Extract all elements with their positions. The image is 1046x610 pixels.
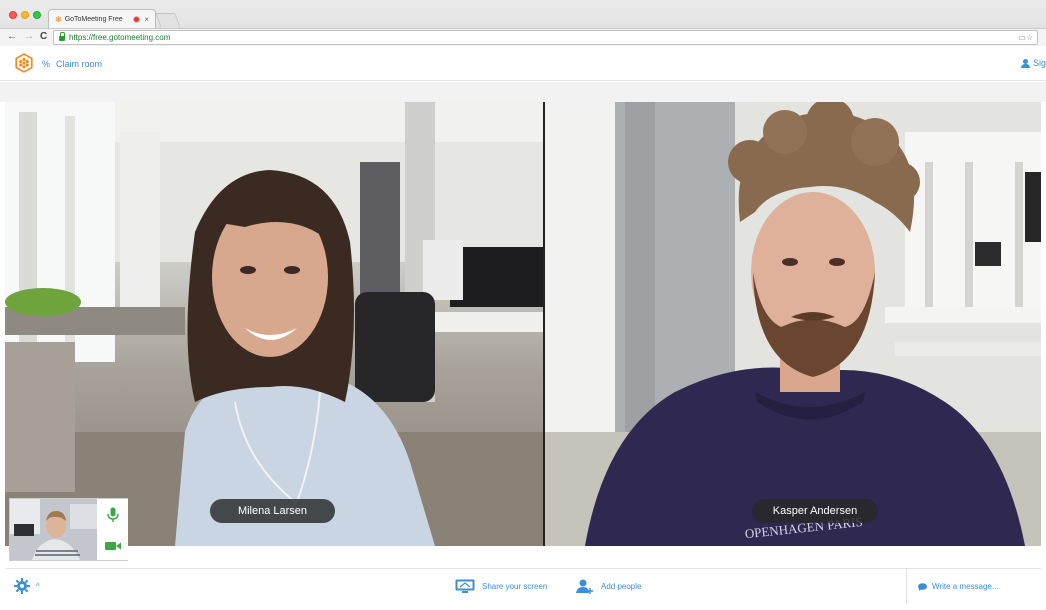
browser-tab[interactable]: ✻ GoToMeeting Free × [48, 9, 156, 28]
add-people-button[interactable]: Add people [576, 579, 641, 594]
chat-message-input[interactable]: Write a message... [906, 569, 1041, 604]
window-maximize-button[interactable] [33, 11, 41, 19]
claim-room-link[interactable]: % Claim room [42, 59, 102, 69]
self-view-controls [97, 499, 128, 560]
forward-arrow-icon[interactable]: → [24, 30, 34, 44]
header-spacer [0, 82, 1046, 102]
self-view [9, 498, 128, 561]
reload-icon[interactable]: C [40, 30, 47, 44]
lock-icon [59, 32, 65, 41]
settings-menu-button[interactable]: ^ [14, 578, 40, 594]
microphone-icon[interactable] [106, 507, 120, 523]
screen-share-icon [455, 579, 475, 593]
participant-video-tile: OPENHAGEN PARIS Kasper Andersen [545, 102, 1041, 546]
participant-name-tag: Milena Larsen [210, 499, 335, 523]
recording-indicator-icon [133, 15, 141, 23]
meeting-toolbar: ^ Share your screen Add people Write a m… [5, 568, 1041, 604]
add-user-icon [576, 579, 593, 594]
chevron-up-icon: ^ [36, 581, 40, 591]
back-arrow-icon[interactable]: ← [7, 30, 17, 44]
chat-bubble-icon [918, 582, 927, 591]
browser-chrome: ✻ GoToMeeting Free × ← → C https://free.… [0, 0, 1046, 46]
address-bar[interactable]: https://free.gotomeeting.com ▭☆ [53, 30, 1038, 45]
gotomeeting-favicon-icon: ✻ [55, 14, 62, 24]
url-text: https://free.gotomeeting.com [69, 33, 171, 42]
claim-room-label: Claim room [56, 59, 103, 69]
camera-icon[interactable] [105, 541, 121, 551]
user-icon [1020, 58, 1030, 68]
self-video-image [10, 499, 97, 560]
write-message-placeholder: Write a message... [932, 582, 999, 591]
sign-in-label: Sig [1032, 58, 1046, 68]
video-area: Milena Larsen OPENHAGEN PARIS Kasper And… [5, 102, 1041, 546]
add-people-label: Add people [601, 582, 642, 591]
tab-title: GoToMeeting Free [64, 15, 123, 23]
participant-video-tile: Milena Larsen [5, 102, 543, 546]
new-tab-button[interactable] [155, 13, 181, 28]
share-screen-label: Share your screen [482, 582, 548, 591]
app-header: % Claim room Sig [0, 47, 1046, 81]
gotomeeting-logo-icon[interactable] [14, 53, 34, 73]
share-screen-button[interactable]: Share your screen [455, 579, 547, 594]
bookmark-star-icon[interactable]: ▭☆ [1018, 33, 1033, 42]
office-video-feed-right: OPENHAGEN PARIS [545, 102, 1041, 546]
self-video-feed [10, 499, 97, 560]
window-close-button[interactable] [9, 11, 17, 19]
window-minimize-button[interactable] [21, 11, 29, 19]
link-icon: % [42, 59, 51, 69]
tab-close-button[interactable]: × [144, 15, 149, 24]
gear-icon [14, 578, 30, 594]
participant-name-tag: Kasper Andersen [752, 499, 878, 523]
browser-navbar: ← → C https://free.gotomeeting.com ▭☆ [0, 28, 1046, 46]
sign-in-link[interactable]: Sig [1020, 58, 1046, 68]
office-video-feed-left [5, 102, 543, 546]
